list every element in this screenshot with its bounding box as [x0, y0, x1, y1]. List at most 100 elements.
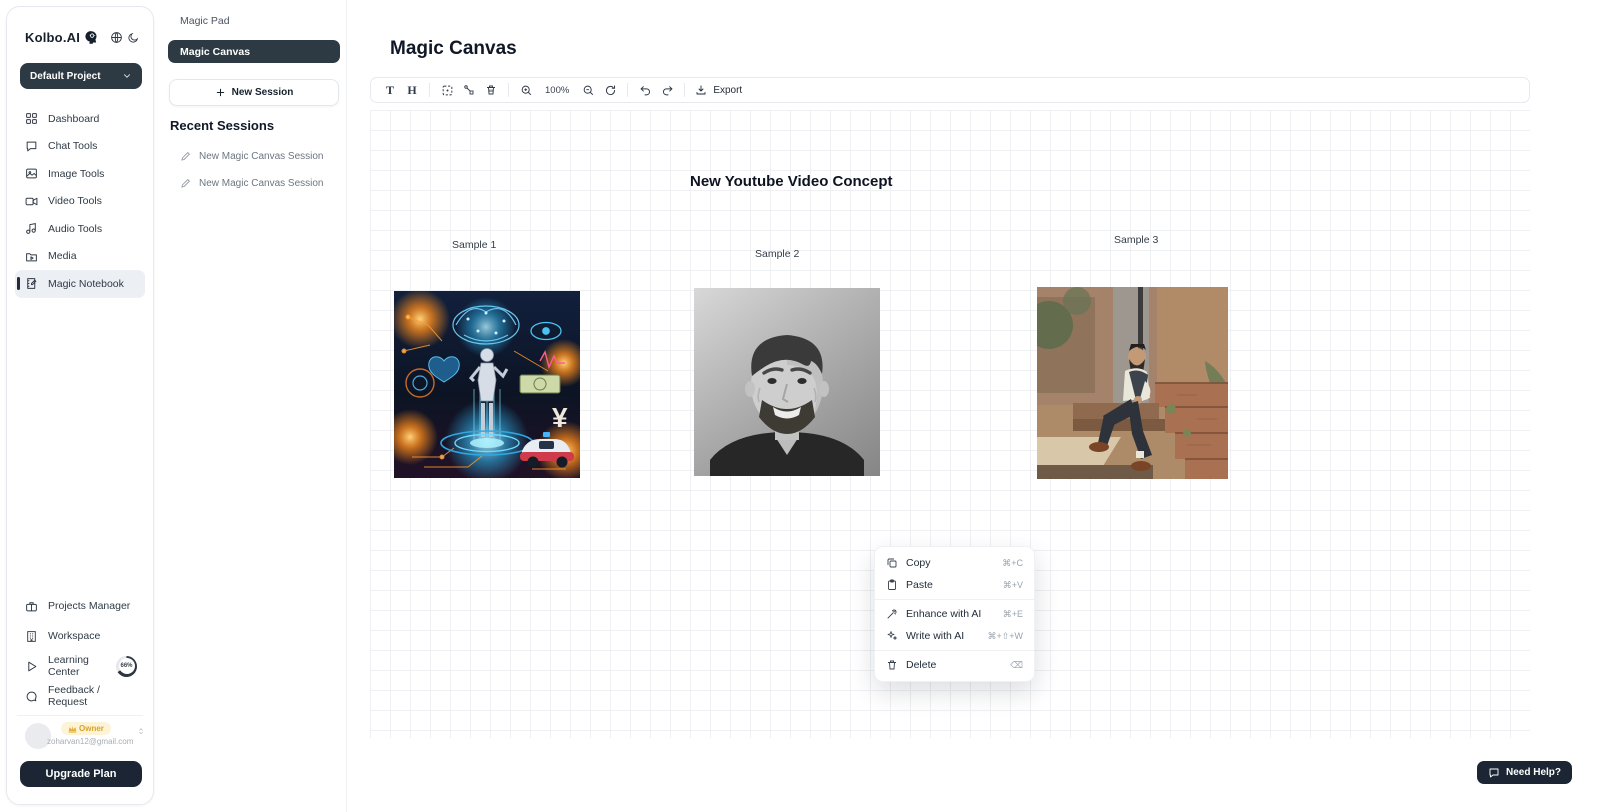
session-panel: Magic Pad Magic Canvas New Session Recen…: [155, 0, 347, 812]
sidebar-item-audio-tools[interactable]: Audio Tools: [15, 215, 145, 243]
reset-view-button[interactable]: [599, 80, 621, 100]
heading-tool-button[interactable]: H: [401, 80, 423, 100]
recent-session-item[interactable]: New Magic Canvas Session: [180, 151, 324, 162]
rotate-reset-icon: [604, 84, 617, 97]
sidebar-item-feedback-request[interactable]: Feedback / Request: [15, 681, 145, 711]
sidebar-item-label: Workspace: [48, 630, 100, 642]
logo-row: Kolbo.AI: [25, 29, 141, 46]
canvas-board[interactable]: New Youtube Video Concept Sample 1 Sampl…: [370, 110, 1530, 738]
page-title: Magic Canvas: [390, 38, 517, 60]
sidebar-item-learning-center[interactable]: Learning Center 66%: [15, 651, 145, 681]
trash-icon: [485, 84, 497, 96]
owner-role-badge: Owner: [61, 722, 111, 735]
recent-session-label: New Magic Canvas Session: [199, 178, 324, 189]
sidebar-item-workspace[interactable]: Workspace: [15, 621, 145, 651]
zoom-in-button[interactable]: [515, 80, 537, 100]
divider: [627, 83, 628, 97]
pencil-icon: [180, 151, 191, 162]
context-menu-item-enhance-with-ai[interactable]: Enhance with AI ⌘+E: [875, 603, 1034, 625]
sidebar-item-label: Feedback / Request: [48, 684, 137, 708]
canvas-toolbar: T H 100% Export: [370, 77, 1530, 103]
need-help-button[interactable]: Need Help?: [1477, 761, 1572, 784]
sidebar-item-dashboard[interactable]: Dashboard: [15, 105, 145, 133]
text-tool-button[interactable]: T: [379, 80, 401, 100]
canvas-text-sample-1[interactable]: Sample 1: [452, 239, 496, 251]
heading-tool-letter: H: [407, 83, 416, 98]
canvas-image-black-and-white-portrait[interactable]: [694, 288, 880, 476]
sidebar-item-chat-tools[interactable]: Chat Tools: [15, 133, 145, 161]
media-folder-icon: [25, 250, 38, 263]
zoom-in-icon: [520, 84, 533, 97]
canvas-text-title[interactable]: New Youtube Video Concept: [690, 173, 893, 190]
export-label: Export: [713, 85, 742, 96]
canvas-text-sample-2[interactable]: Sample 2: [755, 248, 799, 260]
learning-progress-ring: 66%: [116, 656, 137, 677]
new-session-button[interactable]: New Session: [169, 79, 339, 106]
context-menu-item-write-with-ai[interactable]: Write with AI ⌘+⇧+W: [875, 625, 1034, 647]
undo-icon: [639, 84, 652, 97]
context-menu-shortcut: ⌘+⇧+W: [987, 631, 1023, 642]
canvas-image-ai-technology-collage[interactable]: ¥: [394, 291, 580, 478]
canvas-image-man-sitting-on-stone-ruins[interactable]: [1037, 287, 1228, 479]
recent-sessions-heading: Recent Sessions: [170, 118, 274, 133]
primary-sidebar: Kolbo.AI Default Project Dashboard: [6, 6, 154, 805]
copy-icon: [886, 557, 898, 569]
paste-icon: [886, 579, 898, 591]
zoom-out-icon: [582, 84, 595, 97]
brand-logo: Kolbo.AI: [25, 30, 80, 45]
context-menu-shortcut: ⌫: [1010, 660, 1023, 671]
divider: [875, 650, 1034, 651]
download-icon: [695, 84, 707, 96]
canvas-text-sample-3[interactable]: Sample 3: [1114, 234, 1158, 246]
project-selector[interactable]: Default Project: [20, 63, 142, 89]
recent-session-item[interactable]: New Magic Canvas Session: [180, 178, 324, 189]
svg-text:¥: ¥: [552, 402, 568, 433]
node-connector-icon: [463, 84, 475, 96]
connector-tool-button[interactable]: [458, 80, 480, 100]
tab-magic-pad[interactable]: Magic Pad: [180, 15, 230, 27]
chevron-down-icon: [122, 71, 132, 81]
recent-session-label: New Magic Canvas Session: [199, 151, 324, 162]
select-area-icon: [441, 84, 454, 97]
undo-button[interactable]: [634, 80, 656, 100]
redo-icon: [661, 84, 674, 97]
pencil-icon: [180, 178, 191, 189]
account-menu[interactable]: Owner zoharvan12@gmail.com: [19, 721, 145, 757]
sidebar-item-label: Image Tools: [48, 168, 104, 180]
tab-magic-canvas[interactable]: Magic Canvas: [168, 40, 340, 63]
context-menu-item-copy[interactable]: Copy ⌘+C: [875, 552, 1034, 574]
zoom-out-button[interactable]: [577, 80, 599, 100]
context-menu-item-paste[interactable]: Paste ⌘+V: [875, 574, 1034, 596]
sidebar-item-projects-manager[interactable]: Projects Manager: [15, 591, 145, 621]
account-caret-icon: [137, 727, 145, 735]
text-tool-letter: T: [386, 83, 394, 98]
context-menu-item-delete[interactable]: Delete ⌫: [875, 654, 1034, 676]
video-camera-icon: [25, 195, 38, 208]
redo-button[interactable]: [656, 80, 678, 100]
delete-tool-button[interactable]: [480, 80, 502, 100]
sidebar-item-magic-notebook[interactable]: Magic Notebook: [15, 270, 145, 298]
project-selector-label: Default Project: [30, 71, 101, 82]
select-tool-button[interactable]: [436, 80, 458, 100]
crown-icon: [68, 725, 77, 733]
context-menu-label: Paste: [906, 579, 933, 591]
export-button[interactable]: Export: [691, 84, 746, 96]
dark-mode-moon-icon[interactable]: [125, 30, 141, 46]
building-icon: [25, 630, 38, 643]
context-menu-shortcut: ⌘+C: [1002, 558, 1023, 569]
language-globe-icon[interactable]: [108, 29, 125, 46]
context-menu: Copy ⌘+C Paste ⌘+V Enhance with AI ⌘+E W…: [874, 546, 1035, 682]
upgrade-plan-button[interactable]: Upgrade Plan: [20, 761, 142, 787]
context-menu-shortcut: ⌘+E: [1003, 609, 1023, 620]
head-circuit-icon: [84, 30, 99, 45]
sidebar-item-label: Learning Center: [48, 654, 104, 678]
sparkles-icon: [886, 630, 898, 642]
play-icon: [25, 660, 38, 673]
learning-progress-value: 66%: [119, 658, 135, 674]
sidebar-item-media[interactable]: Media: [15, 243, 145, 271]
music-note-icon: [25, 222, 38, 235]
sidebar-item-video-tools[interactable]: Video Tools: [15, 188, 145, 216]
sidebar-item-image-tools[interactable]: Image Tools: [15, 160, 145, 188]
sidebar-nav: Dashboard Chat Tools Image Tools Video T…: [15, 105, 145, 298]
sidebar-item-label: Media: [48, 250, 77, 262]
